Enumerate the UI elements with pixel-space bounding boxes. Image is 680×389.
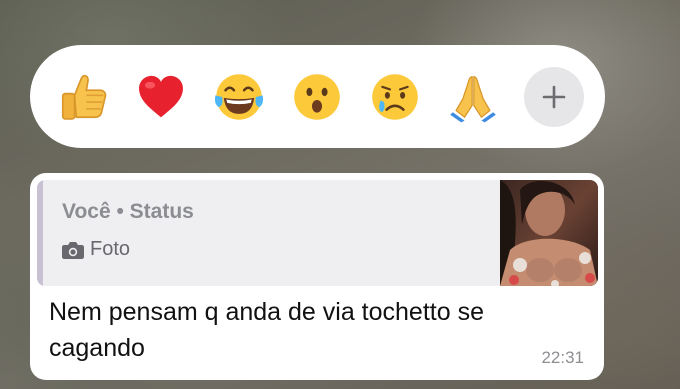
reaction-bar: [30, 45, 605, 148]
crying-face-icon: [372, 73, 418, 120]
plus-icon: [542, 85, 566, 108]
camera-icon: [62, 241, 84, 259]
reaction-surprised[interactable]: [288, 68, 346, 126]
message-text: Nem pensam q anda de via tochetto se cag…: [49, 298, 484, 362]
reaction-crying[interactable]: [366, 68, 424, 126]
more-reactions-button[interactable]: [524, 66, 584, 127]
reaction-folded-hands[interactable]: [444, 68, 502, 126]
quote-accent-bar: [37, 180, 43, 286]
reaction-tears-of-joy[interactable]: [210, 68, 268, 126]
tears-of-joy-icon: [214, 73, 264, 120]
folded-hands-icon: [450, 75, 496, 122]
status-thumbnail: [500, 180, 598, 286]
surprised-face-icon: [294, 73, 340, 120]
quoted-status[interactable]: Você • Status Foto: [37, 180, 598, 286]
quote-author: Você • Status: [62, 200, 194, 223]
reaction-thumbs-up[interactable]: [54, 68, 112, 126]
quote-media-label: Foto: [90, 238, 131, 260]
quote-media-type: Foto: [62, 238, 130, 261]
thumbs-up-icon: [61, 74, 107, 120]
message-timestamp: 22:31: [541, 348, 584, 367]
red-heart-icon: [139, 75, 183, 117]
message-bubble[interactable]: Você • Status Foto Nem pensam q anda de …: [30, 173, 604, 380]
status-photo-image: [500, 180, 598, 286]
reaction-red-heart[interactable]: [132, 68, 190, 126]
